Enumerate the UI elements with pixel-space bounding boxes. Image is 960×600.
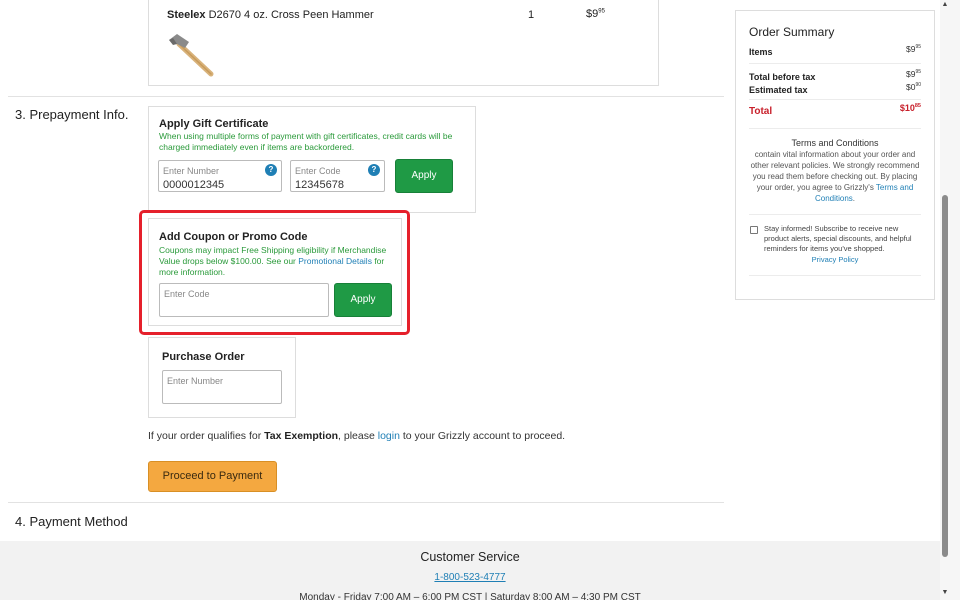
coupon-apply-button[interactable]: Apply [334, 283, 392, 317]
summary-divider-3 [749, 128, 921, 129]
cart-item-qty: 1 [528, 9, 535, 21]
scroll-down-arrow-icon[interactable]: ▼ [941, 589, 949, 596]
tax-exemption-text: If your order qualifies for Tax Exemptio… [148, 430, 566, 442]
cart-item-price: $995 [586, 8, 605, 20]
summary-tax-label: Estimated tax [749, 85, 808, 95]
summary-divider [749, 63, 921, 64]
gift-code-input[interactable]: Enter Code 12345678 ? [290, 160, 385, 192]
summary-before-tax-value: $995 [905, 69, 921, 79]
purchase-order-placeholder: Enter Number [167, 376, 224, 386]
coupon-note: Coupons may impact Free Shipping eligibi… [159, 245, 387, 277]
gift-apply-button[interactable]: Apply [395, 159, 453, 193]
subscribe-text: Stay informed! Subscribe to receive new … [764, 224, 912, 253]
scroll-up-arrow-icon[interactable]: ▲ [941, 1, 949, 8]
section-divider-2 [8, 502, 724, 503]
summary-total-label: Total [749, 106, 773, 117]
summary-tax-value: $090 [905, 82, 921, 92]
purchase-order-title: Purchase Order [162, 351, 245, 363]
customer-service-title: Customer Service [420, 550, 520, 564]
gift-code-help-icon[interactable]: ? [368, 164, 380, 176]
cart-item-brand: Steelex [167, 9, 206, 21]
purchase-order-input[interactable]: Enter Number [162, 370, 282, 404]
proceed-to-payment-button[interactable]: Proceed to Payment [148, 461, 277, 492]
gift-number-input[interactable]: Enter Number 0000012345 ? [158, 160, 282, 192]
gift-code-value: 12345678 [295, 179, 344, 191]
summary-total-value: $1085 [899, 103, 921, 113]
coupon-code-input[interactable]: Enter Code [159, 283, 329, 317]
subscribe-checkbox[interactable] [750, 226, 758, 234]
summary-items-label: Items [749, 47, 773, 57]
section-divider [8, 96, 724, 97]
cart-item-title: D2670 4 oz. Cross Peen Hammer [205, 9, 374, 21]
summary-before-tax-label: Total before tax [749, 72, 816, 82]
summary-divider-4 [749, 214, 921, 215]
summary-items-value: $995 [905, 44, 921, 54]
hammer-product-image[interactable] [165, 30, 217, 78]
gift-code-placeholder: Enter Code [295, 166, 341, 176]
gift-certificate-note: When using multiple forms of payment wit… [159, 131, 453, 152]
gift-certificate-title: Apply Gift Certificate [159, 118, 269, 130]
promotional-details-link[interactable]: Promotional Details [298, 256, 372, 266]
customer-service-hours: Monday - Friday 7:00 AM – 6:00 PM CST | … [299, 592, 641, 600]
order-summary-title: Order Summary [749, 25, 835, 39]
summary-divider-5 [749, 275, 921, 276]
summary-divider-2 [749, 99, 921, 100]
coupon-title: Add Coupon or Promo Code [159, 231, 308, 243]
terms-body: contain vital information about your ord… [750, 150, 920, 203]
customer-service-phone-link[interactable]: 1-800-523-4777 [0, 572, 940, 583]
coupon-code-placeholder: Enter Code [164, 289, 210, 299]
prepayment-section-title: 3. Prepayment Info. [15, 107, 129, 122]
gift-number-help-icon[interactable]: ? [265, 164, 277, 176]
terms-title: Terms and Conditions [791, 138, 879, 148]
cart-item-name[interactable]: Steelex D2670 4 oz. Cross Peen Hammer [167, 9, 374, 21]
scrollbar-thumb[interactable] [942, 195, 948, 557]
gift-number-placeholder: Enter Number [163, 166, 220, 176]
login-link[interactable]: login [378, 430, 400, 442]
payment-method-section-title[interactable]: 4. Payment Method [15, 514, 128, 529]
gift-number-value: 0000012345 [163, 179, 225, 191]
privacy-policy-link[interactable]: Privacy Policy [749, 255, 921, 264]
